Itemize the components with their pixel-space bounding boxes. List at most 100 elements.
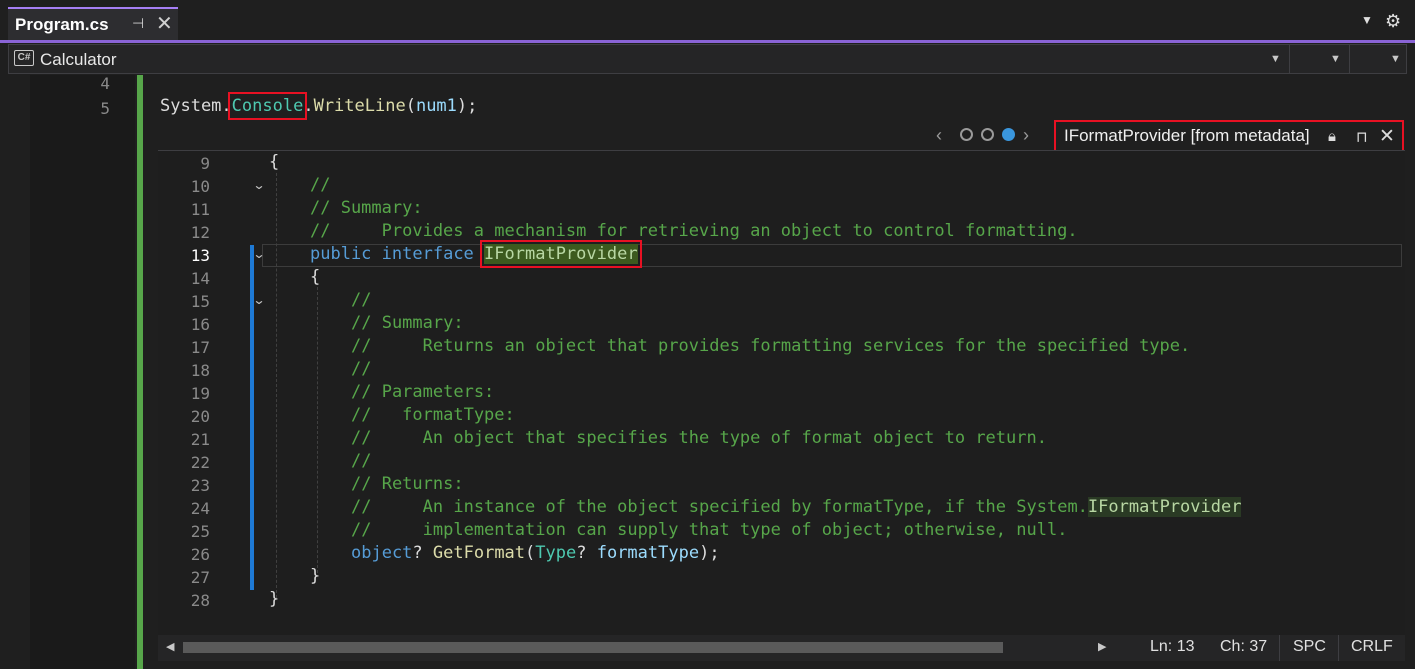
dot-token: . <box>303 96 314 116</box>
type-reference-token: IFormatProvider <box>1087 497 1242 517</box>
line-number: 26 <box>190 545 210 564</box>
close-icon[interactable]: ✕ <box>1379 125 1395 148</box>
comment-line[interactable]: // An instance of the object specified b… <box>351 497 1242 517</box>
interface-name-token[interactable]: IFormatProvider <box>480 240 642 268</box>
line-number: 18 <box>190 361 210 380</box>
project-dropdown-chevron-icon[interactable]: ▼ <box>1270 53 1281 65</box>
peek-title-tab[interactable]: IFormatProvider [from metadata] 🔒︎ ⊓ ✕ <box>1054 120 1404 152</box>
tab-accent-line <box>0 40 1415 43</box>
arg-token: num1 <box>415 96 457 116</box>
comment-line[interactable]: // <box>351 359 371 379</box>
tab-program-cs[interactable]: Program.cs ⊣ ✕ <box>8 7 178 40</box>
comment-line[interactable]: // Summary: <box>351 313 464 333</box>
promote-to-document-icon[interactable]: ⊓ <box>1356 128 1368 146</box>
line-number: 14 <box>190 269 210 288</box>
close-icon[interactable]: ✕ <box>156 11 173 36</box>
keyword-token: object <box>351 543 413 563</box>
code-line[interactable]: { <box>310 267 320 287</box>
peek-dot[interactable] <box>981 128 994 141</box>
comment-line[interactable]: // Returns an object that provides forma… <box>351 336 1190 356</box>
status-separator <box>1279 635 1280 661</box>
project-dropdown[interactable]: Calculator <box>40 50 117 70</box>
code-line[interactable]: } <box>310 566 320 586</box>
collapse-chevron-icon[interactable]: ⌄ <box>252 178 265 192</box>
indent-guide <box>276 173 277 598</box>
line-number: 4 <box>100 74 110 93</box>
comment-line[interactable]: // Provides a mechanism for retrieving a… <box>310 221 1078 241</box>
nav-separator <box>1349 45 1350 73</box>
nullable-token: ? <box>412 543 433 563</box>
line-number: 16 <box>190 315 210 334</box>
indent-guide <box>317 287 318 573</box>
line-number: 5 <box>100 99 110 118</box>
line-number: 23 <box>190 476 210 495</box>
comment-line[interactable]: // <box>351 451 371 471</box>
peek-next-icon[interactable]: › <box>1023 125 1029 146</box>
peek-prev-icon[interactable]: ‹ <box>936 125 942 146</box>
keyword-token: interface <box>381 244 474 264</box>
line-ending-indicator[interactable]: CRLF <box>1351 638 1393 656</box>
parameter-token: formatType <box>596 543 700 563</box>
line-indicator[interactable]: Ln: 13 <box>1150 638 1194 656</box>
comment-line[interactable]: // Summary: <box>310 198 423 218</box>
code-line[interactable]: } <box>269 589 279 609</box>
console-token[interactable]: Console <box>227 92 308 120</box>
peek-dot-active[interactable] <box>1002 128 1015 141</box>
member-dropdown-chevron-icon[interactable]: ▼ <box>1390 53 1401 65</box>
code-line-26[interactable]: object? GetFormat(Type? formatType); <box>351 543 720 563</box>
peek-breadcrumb-dots <box>960 128 1015 141</box>
code-line[interactable]: { <box>269 152 279 172</box>
pin-icon[interactable]: ⊣ <box>132 15 144 32</box>
line-number: 19 <box>190 384 210 403</box>
peek-dot[interactable] <box>960 128 973 141</box>
peek-header: ‹ › IFormatProvider [from metadata] 🔒︎ ⊓… <box>930 120 1405 152</box>
navigation-bar: C# Calculator ▼ ▼ ▼ <box>8 44 1407 74</box>
comment-line[interactable]: // Returns: <box>351 474 464 494</box>
scroll-right-icon[interactable]: ▶ <box>1098 640 1106 653</box>
comment-line[interactable]: // Parameters: <box>351 382 494 402</box>
line-number: 24 <box>190 499 210 518</box>
line-number: 25 <box>190 522 210 541</box>
nav-separator <box>1289 45 1290 73</box>
whitespace-indicator[interactable]: SPC <box>1293 638 1326 656</box>
line-number: 10 <box>190 177 210 196</box>
line-number: 28 <box>190 591 210 610</box>
paren-token: ); <box>456 96 478 116</box>
horizontal-scrollbar-thumb[interactable] <box>183 642 1003 653</box>
namespace-token: System <box>160 96 222 116</box>
method-token: GetFormat <box>432 543 526 563</box>
column-indicator[interactable]: Ch: 37 <box>1220 638 1267 656</box>
line-number: 22 <box>190 453 210 472</box>
line-number-current: 13 <box>190 246 210 265</box>
peek-definition-window[interactable]: 9 10 11 12 13 14 15 16 17 18 19 20 21 22… <box>158 150 1405 635</box>
collapse-chevron-icon[interactable]: ⌄ <box>252 247 265 261</box>
comment-line[interactable]: // <box>310 175 330 195</box>
tab-list-dropdown-icon[interactable]: ▼ <box>1361 13 1373 27</box>
comment-line[interactable]: // An object that specifies the type of … <box>351 428 1047 448</box>
code-line-5[interactable]: System.Console.WriteLine(num1); <box>160 92 478 120</box>
status-separator <box>1338 635 1339 661</box>
comment-line[interactable]: // implementation can supply that type o… <box>351 520 1067 540</box>
keyword-token: public <box>310 244 372 264</box>
gear-icon[interactable]: ⚙ <box>1385 11 1401 32</box>
paren-token: ); <box>699 543 720 563</box>
nullable-token: ? <box>576 543 597 563</box>
line-number: 9 <box>200 154 210 173</box>
comment-line[interactable]: // <box>351 290 371 310</box>
line-number: 11 <box>190 200 210 219</box>
code-line-13[interactable]: public interface IFormatProvider <box>310 240 642 268</box>
line-number: 15 <box>190 292 210 311</box>
comment-line[interactable]: // formatType: <box>351 405 515 425</box>
collapse-chevron-icon[interactable]: ⌄ <box>252 293 265 307</box>
lock-icon: 🔒︎ <box>1328 128 1336 145</box>
peek-status-bar: ◀ ▶ Ln: 13 Ch: 37 SPC CRLF <box>158 635 1405 661</box>
paren-token: ( <box>525 543 536 563</box>
type-dropdown-chevron-icon[interactable]: ▼ <box>1330 53 1341 65</box>
type-token: Type <box>535 543 577 563</box>
line-number: 20 <box>190 407 210 426</box>
dot-token: . <box>221 96 232 116</box>
scroll-left-icon[interactable]: ◀ <box>166 640 174 653</box>
csharp-project-icon: C# <box>14 50 34 66</box>
peek-title: IFormatProvider [from metadata] <box>1064 126 1310 145</box>
comment-text: // An instance of the object specified b… <box>351 497 1088 517</box>
